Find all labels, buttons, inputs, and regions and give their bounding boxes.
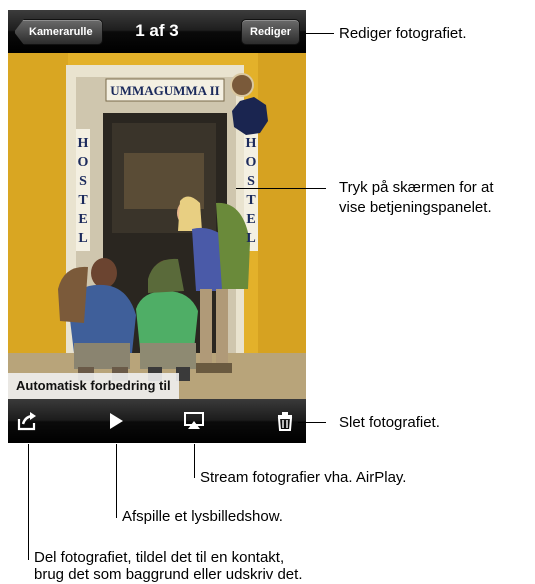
photo-view[interactable]: UMMAGUMMA II H O S T E L H O S T E L Aut… (8, 53, 306, 399)
navigation-bar: Kamerarulle 1 af 3 Rediger (8, 10, 306, 53)
airplay-callout-vline (194, 444, 195, 478)
tap-callout-line2: vise betjeningspanelet. (339, 199, 492, 216)
trash-icon[interactable] (274, 410, 296, 432)
share-callout-vline (28, 444, 29, 560)
bottom-toolbar (8, 399, 306, 443)
airplay-icon[interactable] (183, 410, 205, 432)
delete-callout-line (298, 422, 326, 423)
play-icon[interactable] (105, 410, 127, 432)
share-icon[interactable] (16, 410, 38, 432)
airplay-callout-text: Stream fotografier vha. AirPlay. (200, 469, 407, 486)
photo-image: UMMAGUMMA II H O S T E LH O S T E L (8, 53, 306, 399)
tap-callout-line1: Tryk på skærmen for at (339, 179, 494, 196)
edit-callout-line (306, 33, 334, 34)
share-callout-line2: brug det som baggrund eller udskriv det. (34, 566, 303, 583)
hostel-name-sign: UMMAGUMMA II (110, 83, 219, 98)
edit-button[interactable]: Rediger (241, 19, 300, 45)
tap-callout-line (236, 188, 326, 189)
delete-callout-text: Slet fotografiet. (339, 414, 440, 431)
slideshow-callout-vline (116, 444, 117, 518)
edit-callout-text: Rediger fotografiet. (339, 25, 467, 42)
auto-enhance-label: Automatisk forbedring til (8, 373, 179, 399)
slideshow-callout-text: Afspille et lysbilledshow. (122, 508, 283, 525)
phone-screen: Kamerarulle 1 af 3 Rediger UMMAGUMMA II (8, 10, 306, 443)
